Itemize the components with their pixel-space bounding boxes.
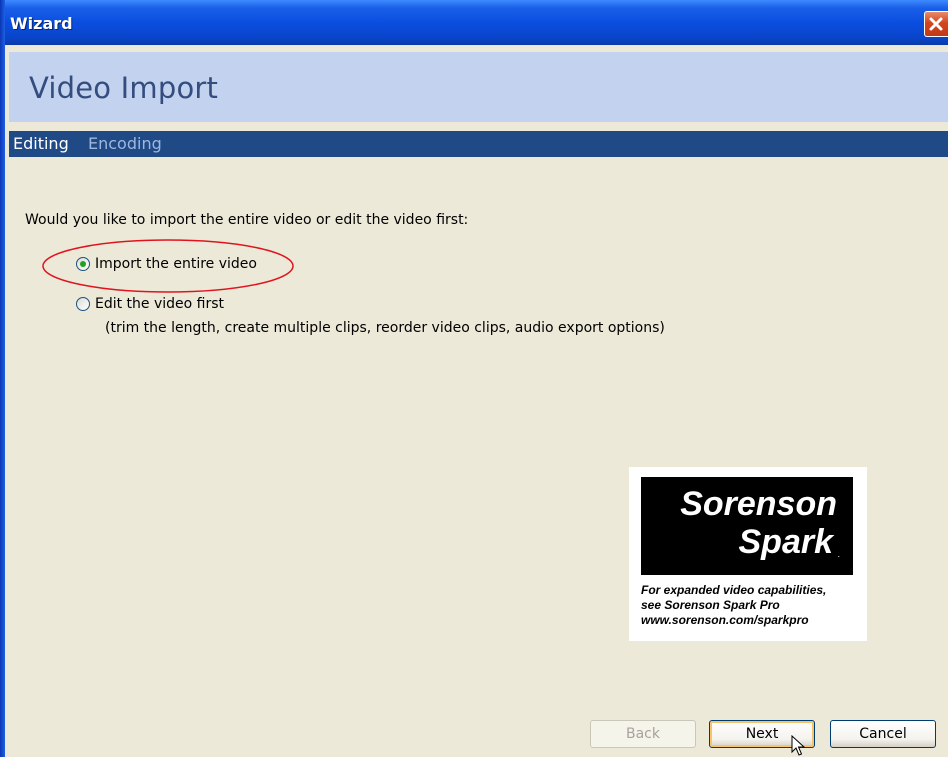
option-edit-first-label: Edit the video first — [95, 296, 225, 312]
logo-tm-mark: . — [837, 550, 840, 559]
wizard-window: Wizard Video Import Editing Encoding Wou… — [0, 0, 948, 757]
promo-line-1: For expanded video capabilities, — [641, 583, 827, 597]
sorenson-spark-logo: Sorenson Spark . For expanded video capa… — [629, 467, 867, 641]
back-button[interactable]: Back — [590, 720, 696, 748]
logo-line-sorenson: Sorenson — [680, 485, 837, 523]
logo-promo-text: For expanded video capabilities, see Sor… — [641, 583, 826, 628]
window-title: Wizard — [10, 14, 73, 33]
import-question: Would you like to import the entire vide… — [25, 212, 469, 228]
promo-line-3: www.sorenson.com/sparkpro — [641, 613, 809, 627]
logo-wordmark: Sorenson Spark . — [641, 477, 853, 575]
page-title: Video Import — [29, 71, 219, 105]
close-button[interactable] — [924, 11, 948, 37]
edit-first-note: (trim the length, create multiple clips,… — [105, 320, 665, 336]
step-encoding: Encoding — [88, 134, 162, 153]
window-left-border — [0, 0, 5, 757]
mouse-pointer-icon — [791, 735, 806, 756]
title-bar[interactable]: Wizard — [0, 0, 948, 45]
cancel-button[interactable]: Cancel — [830, 720, 936, 748]
logo-line-spark: Spark — [738, 523, 834, 561]
promo-line-2: see Sorenson Spark Pro — [641, 598, 780, 612]
option-import-entire-label: Import the entire video — [95, 256, 257, 272]
step-editing: Editing — [13, 134, 69, 153]
option-edit-first[interactable]: Edit the video first — [76, 296, 224, 312]
wizard-header: Video Import — [9, 52, 948, 122]
option-import-entire[interactable]: Import the entire video — [76, 256, 257, 272]
radio-import-entire[interactable] — [76, 257, 90, 271]
close-icon — [929, 17, 943, 31]
steps-bar: Editing Encoding — [9, 131, 948, 157]
radio-edit-first[interactable] — [76, 297, 90, 311]
